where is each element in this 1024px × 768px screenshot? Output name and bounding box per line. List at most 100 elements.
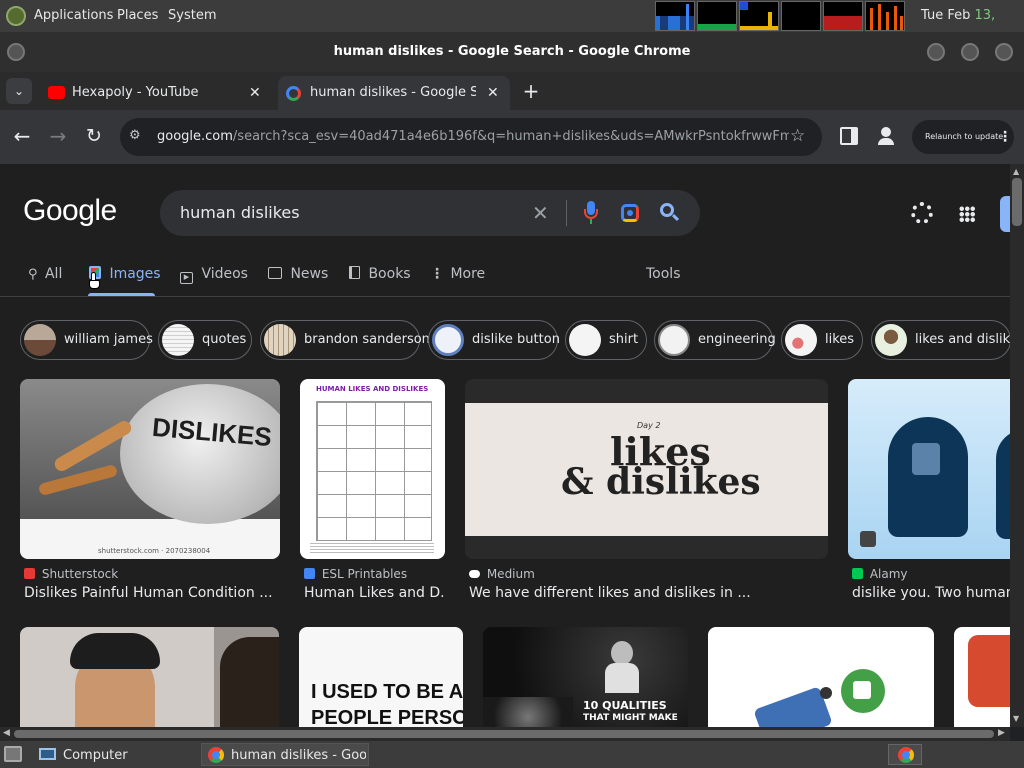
taskbar-item-computer[interactable]: Computer [32,743,198,766]
chip-label: engineering [698,332,776,347]
site-info-icon[interactable]: ⚙ [129,128,141,143]
result-2-caption[interactable]: Human Likes and D... [304,585,444,601]
chrome-icon [208,747,224,763]
microphone-icon[interactable] [584,201,598,225]
network-monitor [739,1,779,31]
scroll-left-icon[interactable]: ◀ [3,728,10,738]
vertical-scrollbar[interactable]: ▲ ▼ [1010,164,1024,727]
scroll-up-icon[interactable]: ▲ [1013,167,1019,176]
hscrollbar-thumb[interactable] [14,730,994,738]
back-button[interactable]: ← [10,124,34,148]
chip-brandon-sanderson[interactable]: brandon sanderson [260,320,430,360]
tab-news-label: News [290,266,329,282]
person-icon [881,127,891,137]
result-image-8[interactable] [708,627,934,727]
new-tab-button[interactable]: + [520,80,542,102]
result-image-7[interactable]: 10 QUALITIES THAT MIGHT MAKE [483,627,688,727]
relaunch-to-update-button[interactable]: Relaunch to update ⋮ [912,120,1014,154]
apps-grid-icon[interactable] [959,206,975,222]
os-top-panel: Applications Places System Tue Feb 13, 0… [0,0,1024,55]
scroll-right-icon[interactable]: ▶ [998,728,1005,738]
reload-button[interactable]: ↻ [82,124,106,148]
lens-icon[interactable] [621,204,639,222]
system-menu[interactable]: System [168,0,216,32]
os-logo-icon[interactable] [6,6,26,26]
chip-likes[interactable]: likes [781,320,863,360]
tab-search-button[interactable]: ⌄ [6,78,32,104]
source-name: Shutterstock [41,567,119,581]
show-desktop-icon[interactable] [4,746,22,762]
maximize-button[interactable] [961,43,979,61]
minimize-button[interactable] [927,43,945,61]
tab-google-search[interactable]: human dislikes - Google Search ✕ [278,76,510,110]
os-taskbar: Computer human dislikes - Goog [0,741,1024,768]
settings-icon[interactable] [911,202,933,224]
scrollbar-thumb[interactable] [1012,178,1022,226]
result-3-source[interactable]: Medium [469,567,535,581]
chip-quotes[interactable]: quotes [158,320,252,360]
taskbar-label: Computer [63,748,128,763]
tab-all[interactable]: ⚲ All [28,264,62,285]
chip-dislike-button[interactable]: dislike button [428,320,560,360]
result-3-caption[interactable]: We have different likes and dislikes in … [469,585,829,601]
result-image-9[interactable] [954,627,1010,727]
sign-in-button[interactable] [1000,196,1010,232]
chip-label: quotes [202,332,247,347]
result-2-source[interactable]: ESL Printables [304,567,407,581]
reload-icon: ↻ [86,125,102,147]
close-tab-icon[interactable]: ✕ [487,76,499,110]
book-icon [349,266,360,279]
result-1-source[interactable]: Shutterstock [24,567,118,581]
clock[interactable]: Tue Feb 13, 06:52 [921,0,1024,55]
result-image-6[interactable]: I USED TO BE A PEOPLE PERSON [299,627,463,727]
chip-likes-and-dislikes[interactable]: likes and dislikes [871,320,1010,360]
tools-button[interactable]: Tools [646,264,681,284]
side-panel-button[interactable] [840,127,858,145]
tab-youtube[interactable]: Hexapoly - YouTube ✕ [38,76,272,110]
chip-label: shirt [609,332,639,347]
scroll-down-icon[interactable]: ▼ [1013,714,1019,723]
thumbs-down-icon [968,635,1010,707]
window-titlebar[interactable]: human dislikes - Google Search - Google … [0,32,1024,72]
applications-menu[interactable]: Applications [34,0,113,32]
tab-news[interactable]: News [268,264,328,284]
clear-icon[interactable]: ✕ [532,201,549,225]
source-name: ESL Printables [321,567,408,581]
result-4-caption[interactable]: dislike you. Two human h [852,585,1010,601]
tab-more[interactable]: ⋮ More [430,264,485,284]
places-menu[interactable]: Places [117,0,158,32]
more-vert-icon: ⋮ [430,266,444,282]
profile-button[interactable] [874,124,898,148]
search-icon[interactable] [660,203,680,223]
chip-william-james[interactable]: william james [20,320,153,360]
url-path: /search?sca_esv=40ad471a4e6b196f&q=human… [232,129,789,144]
address-bar[interactable]: ⚙ google.com/search?sca_esv=40ad471a4e6b… [120,118,822,156]
close-tab-icon[interactable]: ✕ [249,76,261,110]
bookmark-star-icon[interactable]: ☆ [790,126,805,146]
browser-toolbar: ← → ↻ ⚙ google.com/search?sca_esv=40ad47… [0,110,1024,164]
forward-button[interactable]: → [46,124,70,148]
chip-shirt[interactable]: shirt [565,320,647,360]
chip-label: brandon sanderson [304,332,430,347]
search-input[interactable]: human dislikes [180,190,300,236]
result-image-2[interactable]: HUMAN LIKES AND DISLIKES [300,379,445,559]
horizontal-scrollbar[interactable]: ◀ ▶ [0,727,1010,741]
chip-label: likes [825,332,855,347]
result-4-source[interactable]: Alamy [852,567,908,581]
search-box[interactable]: human dislikes ✕ [160,190,700,236]
mouse-cursor [89,272,101,290]
result-image-5[interactable] [20,627,279,727]
result-image-1[interactable]: DISLIKES shutterstock.com · 2070238004 [20,379,280,559]
google-logo[interactable]: Google [23,194,117,228]
worksheet-grid [316,401,432,541]
close-window-button[interactable] [995,43,1013,61]
taskbar-item-chrome[interactable]: human dislikes - Goog [201,743,369,766]
chip-engineering[interactable]: engineering [654,320,776,360]
result-1-caption[interactable]: Dislikes Painful Human Condition ... [24,585,282,601]
result-image-4[interactable] [848,379,1010,559]
tab-books[interactable]: Books [349,264,411,284]
tray-chrome-icon[interactable] [888,744,922,765]
tab-videos[interactable]: ▶ Videos [180,264,248,284]
result-image-3[interactable]: Day 2 likes & dislikes [465,379,828,559]
head-silhouette [888,417,968,537]
